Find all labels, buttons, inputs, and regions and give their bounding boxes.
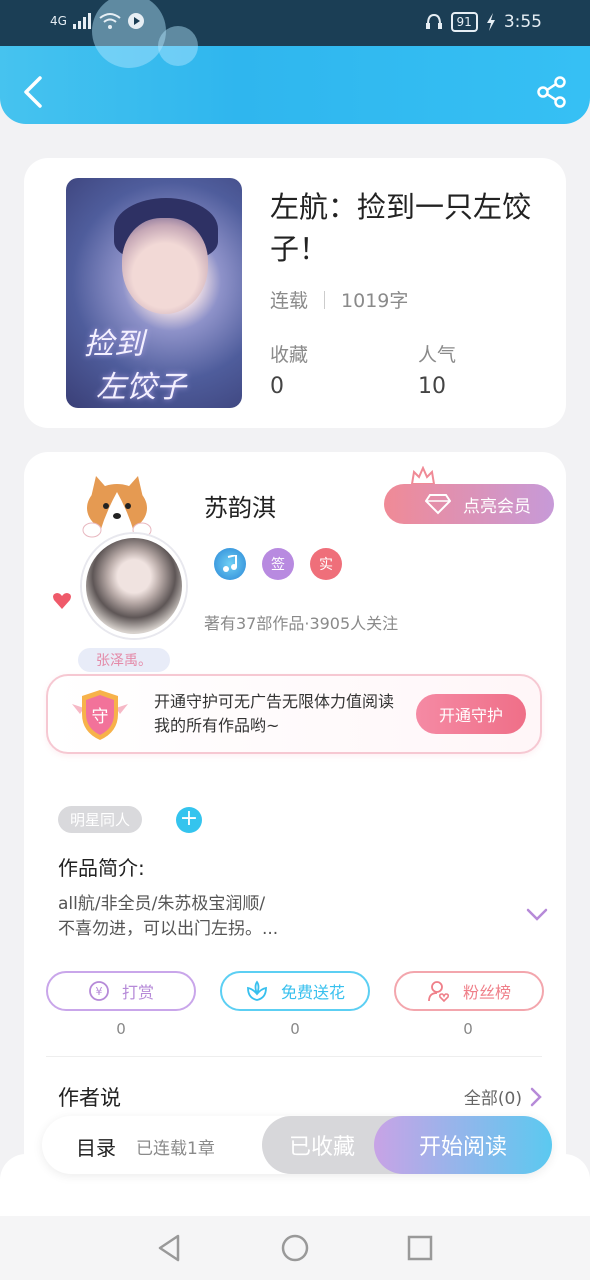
- headset-icon: [425, 13, 442, 29]
- shield-label: 守: [92, 707, 109, 727]
- status-left: 4G: [50, 12, 145, 30]
- author-name[interactable]: 苏韵淇: [204, 488, 276, 523]
- favorites-label: 收藏: [270, 344, 309, 366]
- clock: 3:55: [503, 12, 542, 32]
- vip-button-label: 点亮会员: [463, 496, 531, 517]
- book-status: 连载: [270, 290, 309, 312]
- system-nav-bar: [0, 1216, 590, 1280]
- music-badge-icon[interactable]: [214, 548, 246, 580]
- author-says-title: 作者说: [58, 1086, 121, 1110]
- charging-icon: [486, 13, 495, 31]
- author-summary: 著有37部作品·3905人关注: [204, 614, 399, 633]
- book-meta: 连载 1019字: [270, 286, 408, 313]
- vip-button[interactable]: 点亮会员: [384, 484, 554, 524]
- coin-icon: ¥: [89, 981, 109, 1001]
- intro-line: 不喜勿进，可以出门左拐。...: [58, 919, 279, 939]
- favorites-value: 0: [270, 374, 284, 399]
- circle-home-icon[interactable]: [279, 1232, 311, 1264]
- add-tag-button[interactable]: +: [176, 807, 202, 833]
- triangle-back-icon[interactable]: [154, 1232, 186, 1264]
- fans-rank-label: 粉丝榜: [462, 983, 511, 1002]
- toc-chapter-count[interactable]: 已连载1章: [136, 1134, 215, 1159]
- popularity-value: 10: [418, 374, 446, 399]
- flower-icon: [247, 980, 267, 1001]
- avatar: [82, 534, 186, 638]
- reward-button[interactable]: ¥ 打赏: [46, 971, 196, 1011]
- start-reading-button[interactable]: 开始阅读: [374, 1116, 552, 1174]
- avatar-name-tag: 张泽禹。: [78, 648, 170, 672]
- share-icon[interactable]: [536, 76, 568, 108]
- chevron-down-icon[interactable]: [526, 908, 548, 922]
- signed-badge[interactable]: 签: [262, 548, 294, 580]
- intro-line: all航/非全员/朱苏极宝润顺/: [58, 894, 266, 914]
- divider: [46, 1056, 542, 1057]
- cover-face: [122, 218, 208, 314]
- guard-description: 开通守护可无广告无限体力值阅读我的所有作品哟~: [154, 692, 395, 735]
- music-note-icon: [223, 555, 237, 572]
- decor-bubble: [92, 0, 166, 68]
- book-word-count: 1019字: [341, 290, 409, 312]
- status-right: 91 3:55: [425, 12, 542, 32]
- tag-chip[interactable]: 明星同人: [58, 806, 143, 833]
- popularity-label: 人气: [418, 344, 457, 366]
- intro-text[interactable]: all航/非全员/朱苏极宝润顺/ 不喜勿进，可以出门左拐。...: [58, 892, 498, 942]
- reward-label: 打赏: [121, 983, 154, 1002]
- verified-badge[interactable]: 实: [310, 548, 342, 580]
- chevron-right-icon: [530, 1087, 542, 1106]
- header-bar: 4G 91 3:55: [0, 0, 590, 124]
- author-card: 张泽禹。 苏韵淇 点亮会员 签 实 著有37部作品·3905人关注 守 开通守护…: [24, 452, 566, 1212]
- toc-button[interactable]: 目录: [76, 1132, 116, 1161]
- crown-icon: [410, 466, 436, 485]
- shield-icon: 守: [72, 690, 128, 740]
- intro-title: 作品简介:: [58, 856, 145, 880]
- corgi-frame-icon: [82, 476, 152, 538]
- battery-indicator: 91: [450, 12, 478, 32]
- flower-count: 0: [290, 1020, 300, 1038]
- fans-rank-button[interactable]: 粉丝榜: [394, 971, 544, 1011]
- book-title: 左航：捡到一只左饺子！: [270, 190, 532, 266]
- all-link-label: 全部(0): [463, 1089, 522, 1109]
- chevron-left-icon[interactable]: [18, 74, 50, 110]
- square-recents-icon[interactable]: [404, 1232, 436, 1264]
- send-flower-button[interactable]: 免费送花: [220, 971, 370, 1011]
- play-icon: [127, 13, 144, 29]
- author-says-all-link[interactable]: 全部(0): [464, 1084, 542, 1109]
- fans-icon: [428, 981, 450, 1003]
- open-guard-button[interactable]: 开通守护: [416, 694, 526, 734]
- cover-title-line1: 捡到: [84, 327, 144, 362]
- meta-divider: [324, 290, 326, 309]
- author-avatar-frame[interactable]: 张泽禹。: [52, 472, 198, 672]
- book-info-card: 捡到 左饺子 左航：捡到一只左饺子！ 连载 1019字 收藏 0 人气 10: [24, 158, 566, 428]
- fans-count: 0: [463, 1020, 473, 1038]
- book-cover[interactable]: 捡到 左饺子: [66, 178, 242, 408]
- signal-label: 4G: [50, 14, 67, 28]
- signal-icon: [72, 13, 91, 29]
- send-flower-label: 免费送花: [280, 983, 345, 1002]
- collected-label: 已收藏: [288, 1135, 355, 1160]
- wifi-icon: [99, 13, 121, 29]
- reading-action-bar: 目录 已连载1章 已收藏 开始阅读: [42, 1116, 552, 1174]
- guard-banner: 守 开通守护可无广告无限体力值阅读我的所有作品哟~ 开通守护: [46, 674, 542, 754]
- reward-count: 0: [116, 1020, 126, 1038]
- decor-bubble: [158, 26, 198, 66]
- cover-title-line2: 左饺子: [96, 370, 186, 405]
- heart-icon: [53, 593, 71, 609]
- diamond-icon: [425, 494, 451, 515]
- svg-text:¥: ¥: [95, 985, 102, 998]
